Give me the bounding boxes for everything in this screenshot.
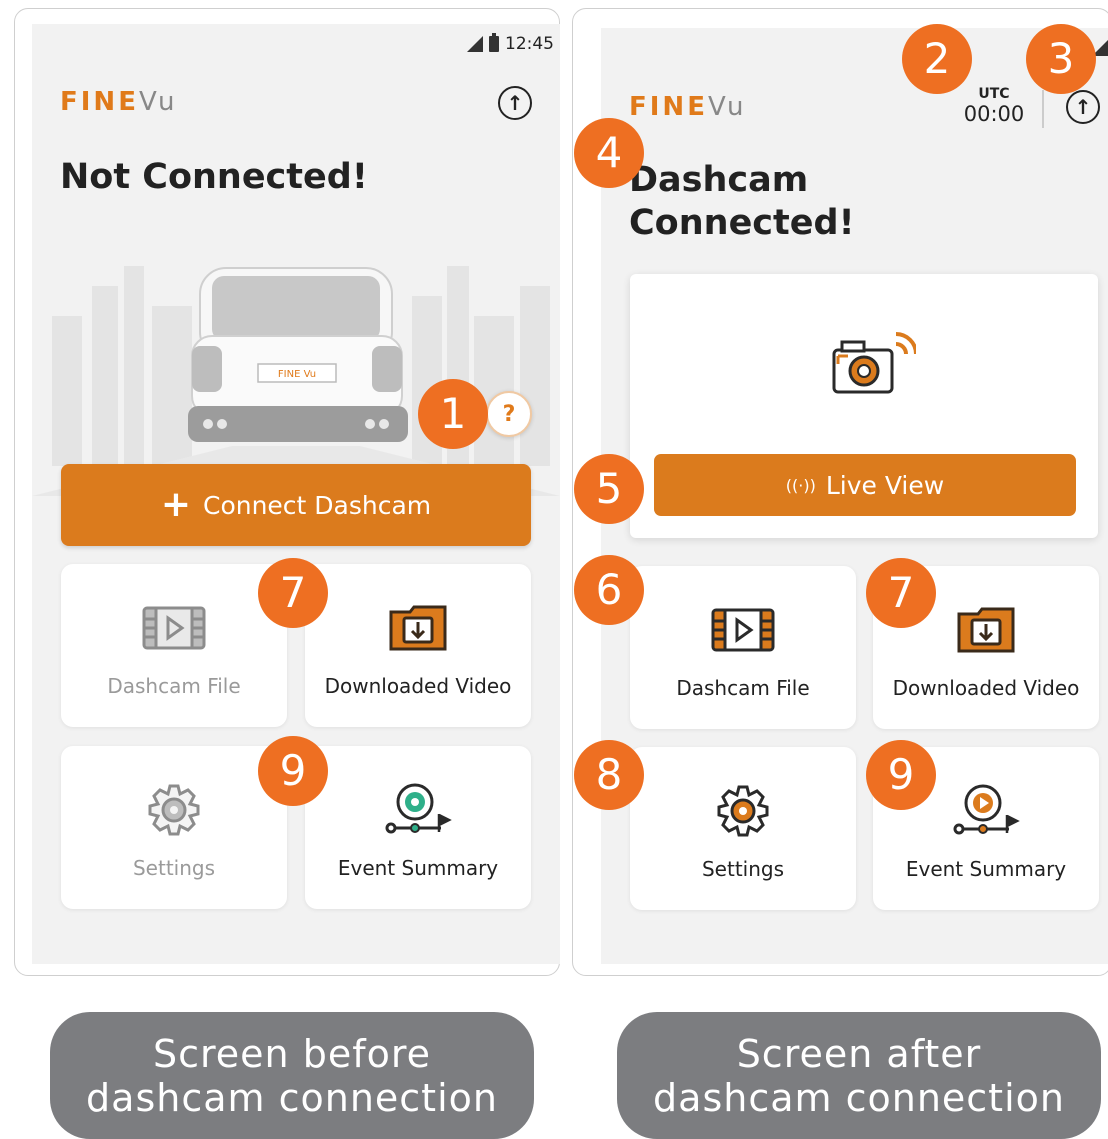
tile-event-summary[interactable]: Event Summary [305,746,531,909]
folder-download-icon [956,604,1016,656]
callout-badge-1: 1 [418,379,488,449]
status-time: 12:45 [505,34,554,54]
tile-dashcam-file[interactable]: Dashcam File [61,564,287,727]
connect-dashcam-button[interactable]: + Connect Dashcam [61,464,531,546]
gear-icon [715,785,771,837]
film-icon [711,604,775,656]
live-view-card: ((·)) Live View [630,274,1098,538]
callout-badge-5: 5 [574,454,644,524]
tile-label: Dashcam File [107,674,241,698]
tile-label: Dashcam File [676,676,810,700]
tile-settings[interactable]: Settings [630,747,856,910]
finevu-logo: FINEVu [60,87,178,117]
tile-label: Event Summary [337,856,499,880]
battery-icon [489,33,499,52]
right-screen: FINEVu UTC 00:00 ↑ Dashcam Connected! ((… [601,28,1108,964]
tile-downloaded-video[interactable]: Downloaded Video [305,564,531,727]
utc-time: 00:00 [963,102,1025,126]
plus-icon: + [160,484,191,525]
license-plate-text: FINE Vu [278,369,316,380]
callout-badge-9: 9 [258,736,328,806]
tile-label: Settings [701,857,785,881]
callout-badge-2: 2 [902,24,972,94]
camera-wifi-icon [832,332,916,394]
caption-after: Screen after dashcam connection [617,1012,1101,1139]
utc-clock: UTC 00:00 [961,86,1027,126]
tile-settings[interactable]: Settings [61,746,287,909]
tile-dashcam-file[interactable]: Dashcam File [630,566,856,729]
event-map-pin-icon [383,783,453,836]
callout-badge-8: 8 [574,740,644,810]
upload-arrow-button[interactable]: ↑ [498,86,532,120]
status-bar: 12:45 [467,24,560,64]
connect-dashcam-label: Connect Dashcam [202,490,432,520]
caption-before: Screen before dashcam connection [50,1012,534,1139]
callout-badge-6: 6 [574,555,644,625]
tile-label: Settings [132,856,216,880]
callout-badge-7: 7 [258,558,328,628]
tile-label: Downloaded Video [324,674,512,698]
utc-label: UTC [978,86,1010,102]
live-view-button[interactable]: ((·)) Live View [654,454,1076,516]
finevu-logo: FINEVu [629,92,747,122]
car-city-illustration: FINE Vu [32,266,560,496]
arrow-up-icon: ↑ [506,91,524,115]
folder-download-icon [388,602,448,654]
header-divider [1042,90,1044,128]
connection-status-title: Dashcam Connected! [629,160,855,243]
connection-status-title: Not Connected! [60,157,368,197]
tile-label: Event Summary [905,857,1067,881]
callout-badge-3: 3 [1026,24,1096,94]
gear-icon [146,784,202,836]
callout-badge-9: 9 [866,740,936,810]
arrow-up-icon: ↑ [1074,95,1092,119]
tile-label: Downloaded Video [892,676,1080,700]
live-view-label: Live View [825,470,945,500]
film-icon [142,602,206,654]
help-button[interactable]: ? [486,391,532,437]
callout-badge-4: 4 [574,118,644,188]
callout-badge-7: 7 [866,558,936,628]
broadcast-icon: ((·)) [785,475,816,495]
left-screen: 12:45 FINEVu ↑ Not Connected! FINE Vu ? … [32,24,560,964]
signal-icon [467,36,483,52]
event-map-pin-icon [951,784,1021,837]
upload-arrow-button[interactable]: ↑ [1066,90,1100,124]
